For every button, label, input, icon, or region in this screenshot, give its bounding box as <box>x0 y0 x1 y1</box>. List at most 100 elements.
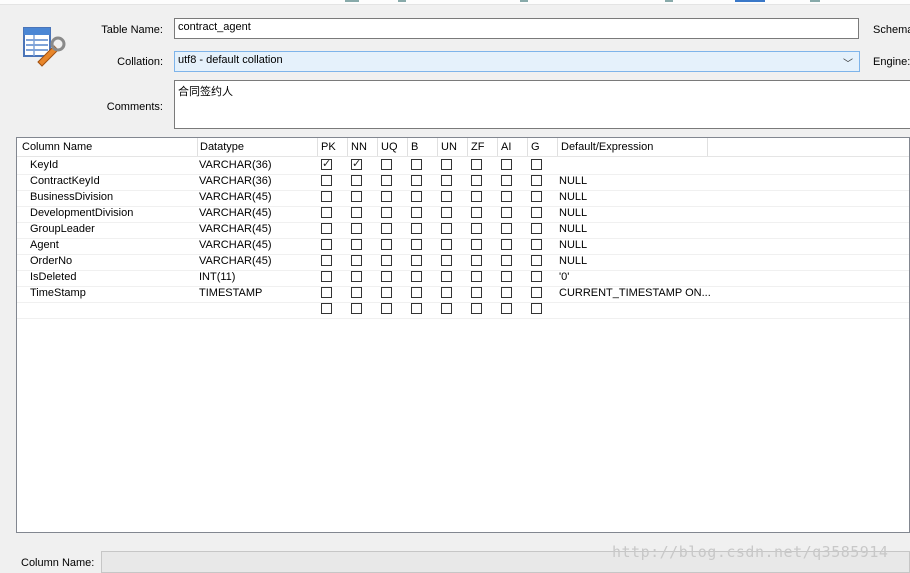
flag-checkbox[interactable] <box>441 271 452 282</box>
flag-checkbox[interactable] <box>321 175 332 186</box>
flag-checkbox[interactable] <box>381 191 392 202</box>
column-header[interactable]: AI <box>501 141 511 153</box>
default-cell[interactable]: NULL <box>559 223 587 235</box>
default-cell[interactable]: NULL <box>559 191 587 203</box>
flag-checkbox[interactable] <box>471 159 482 170</box>
flag-checkbox[interactable] <box>531 303 542 314</box>
datatype-cell[interactable]: VARCHAR(36) <box>199 159 272 171</box>
datatype-cell[interactable]: VARCHAR(45) <box>199 207 272 219</box>
table-row[interactable]: TimeStamp TIMESTAMP CURRENT_TIMESTAMP ON..… <box>17 286 909 303</box>
flag-checkbox[interactable] <box>531 191 542 202</box>
flag-checkbox[interactable] <box>531 239 542 250</box>
datatype-cell[interactable]: TIMESTAMP <box>199 287 262 299</box>
flag-checkbox[interactable] <box>501 191 512 202</box>
flag-checkbox[interactable] <box>501 287 512 298</box>
flag-checkbox[interactable] <box>351 287 362 298</box>
default-cell[interactable]: NULL <box>559 207 587 219</box>
flag-checkbox[interactable] <box>381 255 392 266</box>
table-name-input[interactable]: contract_agent <box>174 18 859 39</box>
flag-checkbox[interactable] <box>501 223 512 234</box>
flag-checkbox[interactable] <box>471 255 482 266</box>
table-row[interactable]: Agent VARCHAR(45) NULL <box>17 238 909 255</box>
flag-checkbox[interactable] <box>471 223 482 234</box>
flag-checkbox[interactable] <box>351 191 362 202</box>
collation-select[interactable]: utf8 - default collation ﹀ <box>174 51 860 72</box>
header-divider[interactable] <box>347 138 348 156</box>
header-divider[interactable] <box>197 138 198 156</box>
flag-checkbox[interactable] <box>321 255 332 266</box>
columns-grid[interactable]: Column Name Datatype PK NN UQ B UN ZF AI G Default… <box>16 137 910 533</box>
column-name-cell[interactable]: KeyId <box>30 159 58 171</box>
flag-checkbox[interactable] <box>321 239 332 250</box>
flag-checkbox[interactable] <box>351 271 362 282</box>
datatype-cell[interactable]: VARCHAR(45) <box>199 223 272 235</box>
column-name-cell[interactable]: GroupLeader <box>30 223 95 235</box>
header-divider[interactable] <box>407 138 408 156</box>
table-row[interactable] <box>17 302 909 319</box>
flag-checkbox[interactable] <box>411 191 422 202</box>
flag-checkbox[interactable] <box>351 207 362 218</box>
flag-checkbox[interactable] <box>321 223 332 234</box>
default-cell[interactable]: NULL <box>559 175 587 187</box>
column-header[interactable]: UN <box>441 141 457 153</box>
flag-checkbox[interactable] <box>321 287 332 298</box>
table-row[interactable]: IsDeleted INT(11) '0' <box>17 270 909 287</box>
flag-checkbox[interactable] <box>501 159 512 170</box>
flag-checkbox[interactable] <box>441 287 452 298</box>
datatype-cell[interactable]: INT(11) <box>199 271 235 283</box>
flag-checkbox[interactable] <box>471 271 482 282</box>
header-divider[interactable] <box>707 138 708 156</box>
datatype-cell[interactable]: VARCHAR(36) <box>199 175 272 187</box>
header-divider[interactable] <box>557 138 558 156</box>
flag-checkbox[interactable] <box>471 303 482 314</box>
flag-checkbox[interactable] <box>471 207 482 218</box>
flag-checkbox[interactable] <box>441 207 452 218</box>
flag-checkbox[interactable] <box>321 207 332 218</box>
column-header[interactable]: G <box>531 141 540 153</box>
flag-checkbox[interactable] <box>471 287 482 298</box>
flag-checkbox[interactable] <box>531 207 542 218</box>
flag-checkbox[interactable] <box>531 175 542 186</box>
flag-checkbox[interactable] <box>531 223 542 234</box>
flag-checkbox[interactable] <box>531 271 542 282</box>
flag-checkbox[interactable] <box>351 239 362 250</box>
flag-checkbox[interactable] <box>531 159 542 170</box>
flag-checkbox[interactable] <box>471 191 482 202</box>
flag-checkbox[interactable] <box>531 255 542 266</box>
flag-checkbox[interactable] <box>441 191 452 202</box>
column-name-cell[interactable]: DevelopmentDivision <box>30 207 133 219</box>
flag-checkbox[interactable] <box>381 175 392 186</box>
header-divider[interactable] <box>317 138 318 156</box>
column-header[interactable]: PK <box>321 141 336 153</box>
flag-checkbox[interactable] <box>381 159 392 170</box>
column-header[interactable]: ZF <box>471 141 484 153</box>
table-row[interactable]: OrderNo VARCHAR(45) NULL <box>17 254 909 271</box>
flag-checkbox[interactable] <box>441 239 452 250</box>
column-header[interactable]: B <box>411 141 418 153</box>
flag-checkbox[interactable] <box>501 239 512 250</box>
header-divider[interactable] <box>377 138 378 156</box>
default-cell[interactable]: CURRENT_TIMESTAMP ON... <box>559 287 711 299</box>
column-header[interactable]: Default/Expression <box>561 141 653 153</box>
flag-checkbox[interactable] <box>351 157 362 170</box>
header-divider[interactable] <box>467 138 468 156</box>
flag-checkbox[interactable] <box>351 175 362 186</box>
flag-checkbox[interactable] <box>381 239 392 250</box>
flag-checkbox[interactable] <box>501 303 512 314</box>
flag-checkbox[interactable] <box>411 271 422 282</box>
flag-checkbox[interactable] <box>441 255 452 266</box>
header-divider[interactable] <box>437 138 438 156</box>
column-name-cell[interactable]: ContractKeyId <box>30 175 100 187</box>
flag-checkbox[interactable] <box>501 271 512 282</box>
column-header[interactable]: Datatype <box>200 141 244 153</box>
flag-checkbox[interactable] <box>441 303 452 314</box>
flag-checkbox[interactable] <box>501 255 512 266</box>
flag-checkbox[interactable] <box>321 271 332 282</box>
flag-checkbox[interactable] <box>321 303 332 314</box>
column-name-cell[interactable]: BusinessDivision <box>30 191 113 203</box>
flag-checkbox[interactable] <box>351 223 362 234</box>
flag-checkbox[interactable] <box>411 255 422 266</box>
column-header[interactable]: UQ <box>381 141 398 153</box>
column-header[interactable]: Column Name <box>22 141 92 153</box>
flag-checkbox[interactable] <box>411 287 422 298</box>
